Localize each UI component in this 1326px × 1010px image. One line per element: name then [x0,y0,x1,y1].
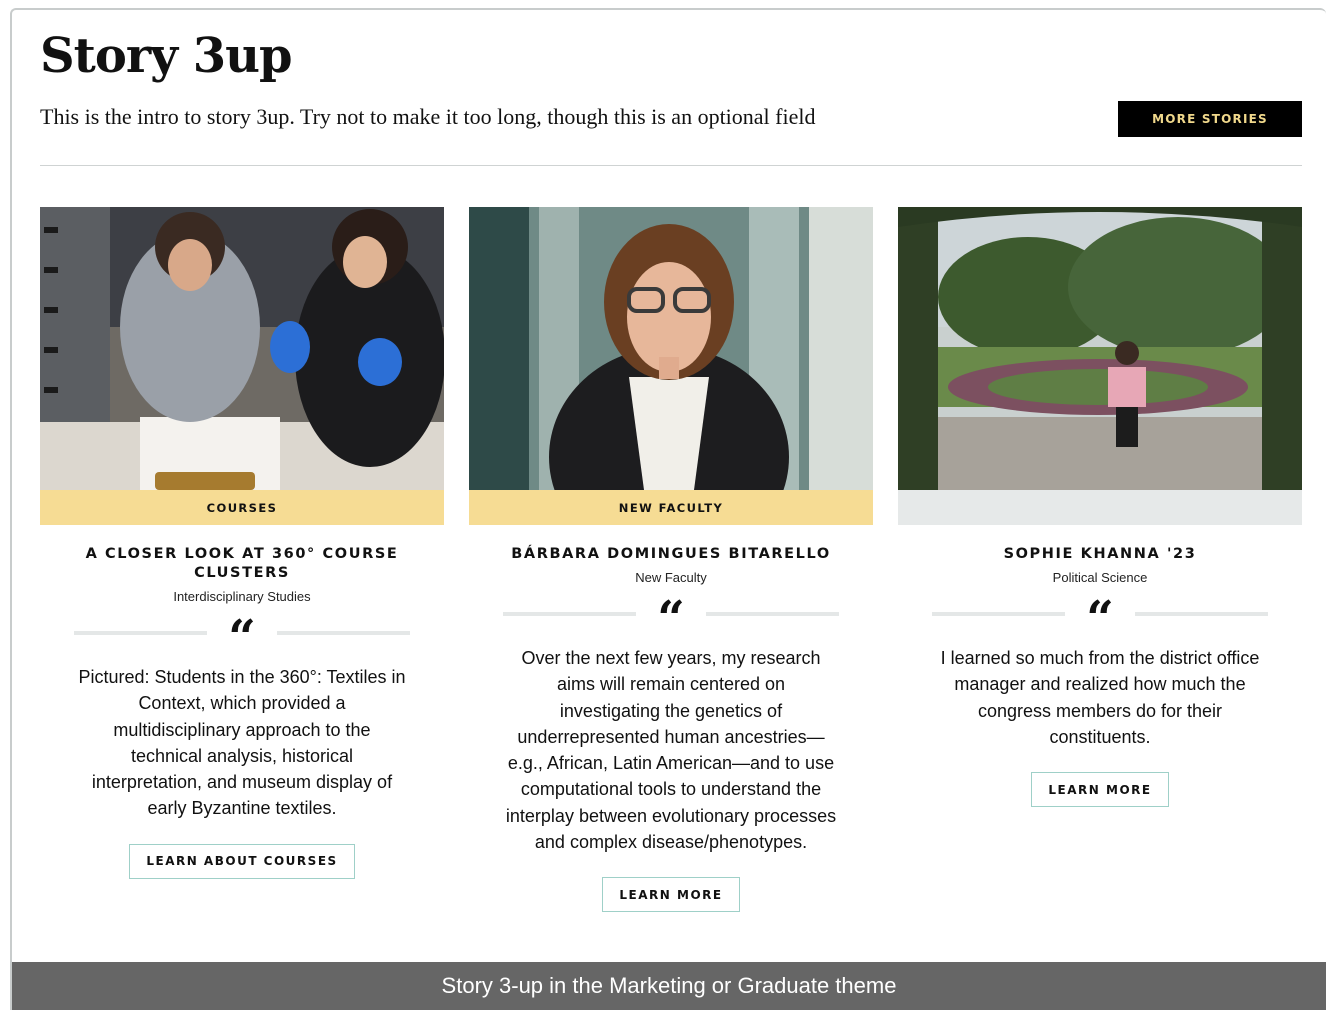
figure-caption: Story 3-up in the Marketing or Graduate … [12,962,1326,1010]
intro-text: This is the intro to story 3up. Try not … [40,104,816,129]
story-title: SOPHIE KHANNA '23 [1003,546,1197,562]
story-body: Over the next few years, my research aim… [505,648,837,853]
learn-more-button[interactable]: LEARN MORE [1031,772,1169,808]
story-title: A CLOSER LOOK AT 360° COURSE CLUSTERS [85,546,399,581]
learn-more-button[interactable]: LEARN MORE [602,877,740,913]
quote-divider: “ [932,599,1268,629]
story-subtitle: Interdisciplinary Studies [173,589,311,604]
story-card-1: COURSES A CLOSER LOOK AT 360° COURSE CLU… [40,207,444,879]
story-card-image[interactable] [469,207,873,490]
more-stories-button[interactable]: MORE STORIES [1118,101,1302,137]
story-card-image[interactable] [898,207,1302,490]
divider-line [74,631,207,635]
divider-line [932,612,1065,616]
story-subtitle: Political Science [1052,570,1148,585]
quote-divider: “ [503,599,839,629]
quote-icon: “ [1086,599,1114,629]
quote-divider: “ [74,618,410,648]
story-title: BÁRBARA DOMINGUES BITARELLO [511,546,831,562]
story-card-image[interactable] [40,207,444,490]
divider-line [277,631,410,635]
quote-icon: “ [228,618,256,648]
quote-icon: “ [657,599,685,629]
story-body: Pictured: Students in the 360°: Textiles… [78,667,406,819]
story-subtitle: New Faculty [635,570,707,585]
divider-line [1135,612,1268,616]
category-tag: COURSES [40,490,444,525]
divider-line [503,612,636,616]
category-tag: NEW FACULTY [469,490,873,525]
divider-line [706,612,839,616]
story-body: I learned so much from the district offi… [940,648,1260,747]
category-tag [898,490,1302,525]
header-divider [40,165,1302,166]
learn-about-courses-button[interactable]: LEARN ABOUT COURSES [129,843,355,879]
page-title: Story 3up [40,28,293,84]
story-card-3: SOPHIE KHANNA '23 Political Science “ I … [898,207,1302,808]
story-card-2: NEW FACULTY BÁRBARA DOMINGUES BITARELLO … [469,207,873,913]
